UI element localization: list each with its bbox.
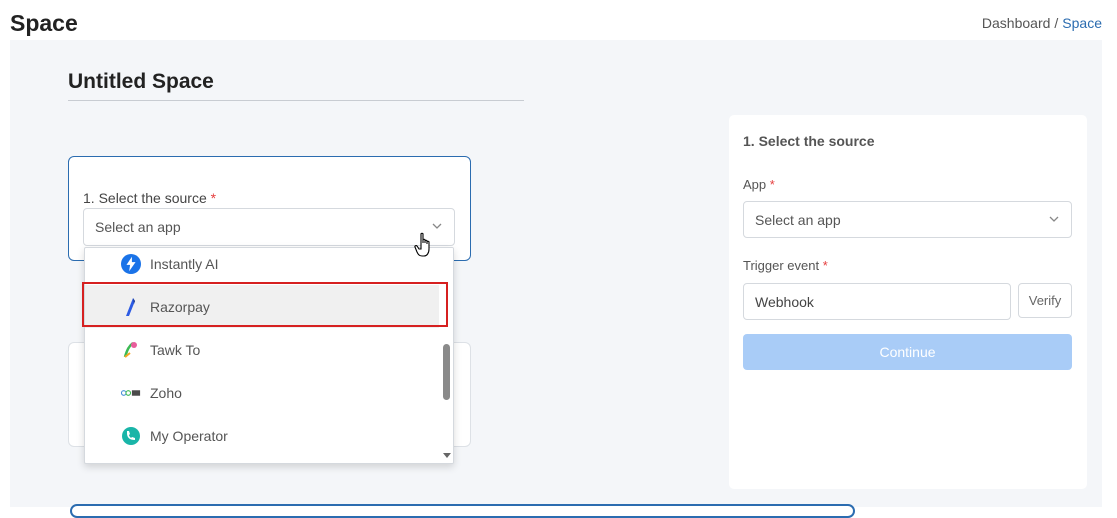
space-title[interactable]: Untitled Space [68,70,524,101]
app-select-value: Select an app [95,219,181,235]
bottom-node-card[interactable] [70,504,855,518]
required-mark: * [769,177,775,192]
dropdown-item-label: My Operator [150,427,228,444]
app-field-label: App * [743,177,775,192]
dropdown-item-zoho[interactable]: Zoho [85,371,440,414]
chevron-down-icon [432,223,442,229]
scroll-down-arrow-icon[interactable] [443,453,451,458]
required-mark: * [822,258,828,273]
verify-button[interactable]: Verify [1018,283,1072,318]
chevron-down-icon [1049,216,1059,222]
dropdown-item-label: Tawk To [150,341,201,358]
razorpay-icon [121,297,141,317]
breadcrumb-separator: / [1054,15,1059,31]
scrollbar-thumb[interactable] [443,344,450,400]
breadcrumb-current: Space [1062,15,1102,31]
hand-cursor-icon [414,232,430,257]
instantly-ai-icon [121,253,141,274]
dropdown-item-razorpay[interactable]: Razorpay [85,285,440,328]
zoho-icon [121,383,141,403]
dropdown-scrollbar[interactable] [439,248,453,463]
panel-app-select-value: Select an app [755,211,841,228]
required-mark: * [210,190,217,206]
app-select[interactable]: Select an app [83,208,455,246]
trigger-event-label: Trigger event * [743,258,828,273]
trigger-event-input[interactable]: Webhook [743,283,1011,320]
panel-app-select[interactable]: Select an app [743,201,1072,238]
dropdown-item-label: Zoho [150,384,182,401]
dropdown-item-label: Razorpay [150,298,210,315]
continue-button[interactable]: Continue [743,334,1072,370]
tawk-to-icon [121,340,141,360]
my-operator-icon [121,426,141,446]
dropdown-item-tawk-to[interactable]: Tawk To [85,328,440,371]
page-title: Space [10,10,78,36]
app-dropdown-list[interactable]: Instantly AI Razorpay Tawk To Zoho My Op… [84,247,454,464]
dropdown-item-instantly-ai[interactable]: Instantly AI [85,248,440,285]
dropdown-item-my-operator[interactable]: My Operator [85,414,440,457]
trigger-event-value: Webhook [755,293,814,310]
source-config-panel: 1. Select the source App * Select an app… [729,115,1087,489]
source-node-card[interactable]: 1. Select the source * Select an app [68,156,471,261]
panel-heading: 1. Select the source [743,133,875,149]
breadcrumb: Dashboard / Space [982,15,1102,31]
breadcrumb-dashboard-link[interactable]: Dashboard [982,15,1051,31]
dropdown-item-label: Instantly AI [150,255,219,272]
source-step-label: 1. Select the source * [83,190,217,206]
